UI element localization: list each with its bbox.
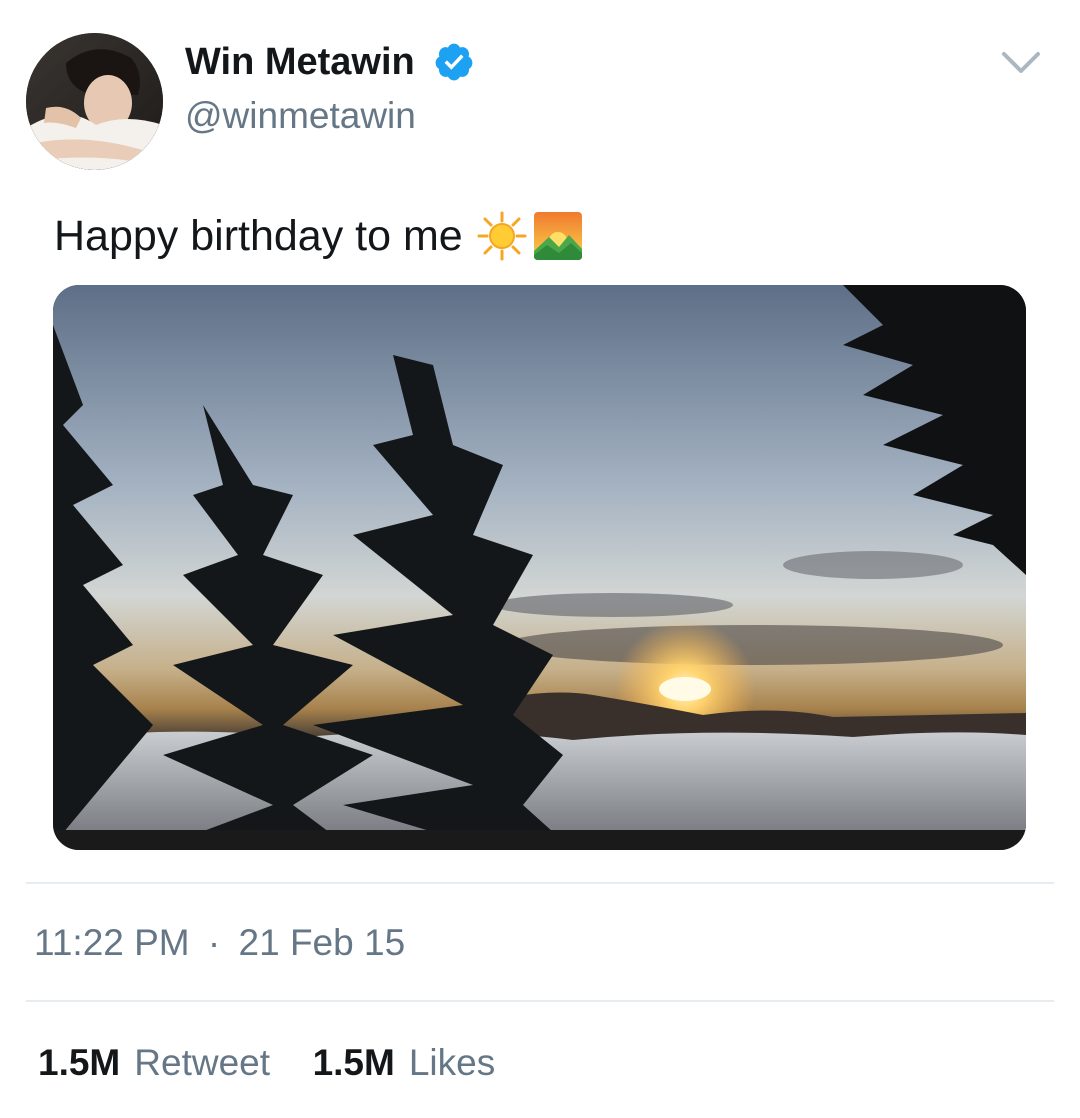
tweet-card: Win Metawin @winmetawin Happy birthday t… [0, 0, 1080, 1118]
likes-stat[interactable]: 1.5M Likes [313, 1042, 496, 1083]
display-name[interactable]: Win Metawin [185, 38, 415, 86]
sun-icon [477, 211, 527, 261]
sunset-photo-icon [53, 285, 1026, 850]
likes-label: Likes [408, 1042, 496, 1083]
user-handle[interactable]: @winmetawin [185, 94, 416, 138]
tweet-time: 11:22 PM [34, 922, 190, 963]
retweets-label: Retweet [134, 1042, 270, 1083]
tweet-stats: 1.5M Retweet 1.5M Likes [38, 1038, 495, 1088]
tweet-timestamp[interactable]: 11:22 PM · 21 Feb 15 [34, 918, 405, 968]
tweet-text: Happy birthday to me [54, 212, 463, 260]
timestamp-separator: · [207, 922, 221, 963]
likes-count: 1.5M [312, 1042, 395, 1083]
sunrise-over-mountains-icon [533, 212, 582, 260]
divider [26, 882, 1054, 884]
tweet-text-row: Happy birthday to me [54, 206, 583, 266]
avatar[interactable] [26, 33, 163, 170]
tweet-date: 21 Feb 15 [238, 922, 406, 963]
display-name-row: Win Metawin [185, 38, 475, 86]
verified-badge-icon [435, 43, 473, 81]
divider [26, 1000, 1054, 1002]
profile-photo-icon [26, 33, 163, 170]
retweets-stat[interactable]: 1.5M Retweet [38, 1042, 280, 1083]
retweets-count: 1.5M [38, 1042, 121, 1083]
tweet-media-photo[interactable] [53, 285, 1026, 850]
chevron-down-icon[interactable] [1000, 48, 1042, 78]
